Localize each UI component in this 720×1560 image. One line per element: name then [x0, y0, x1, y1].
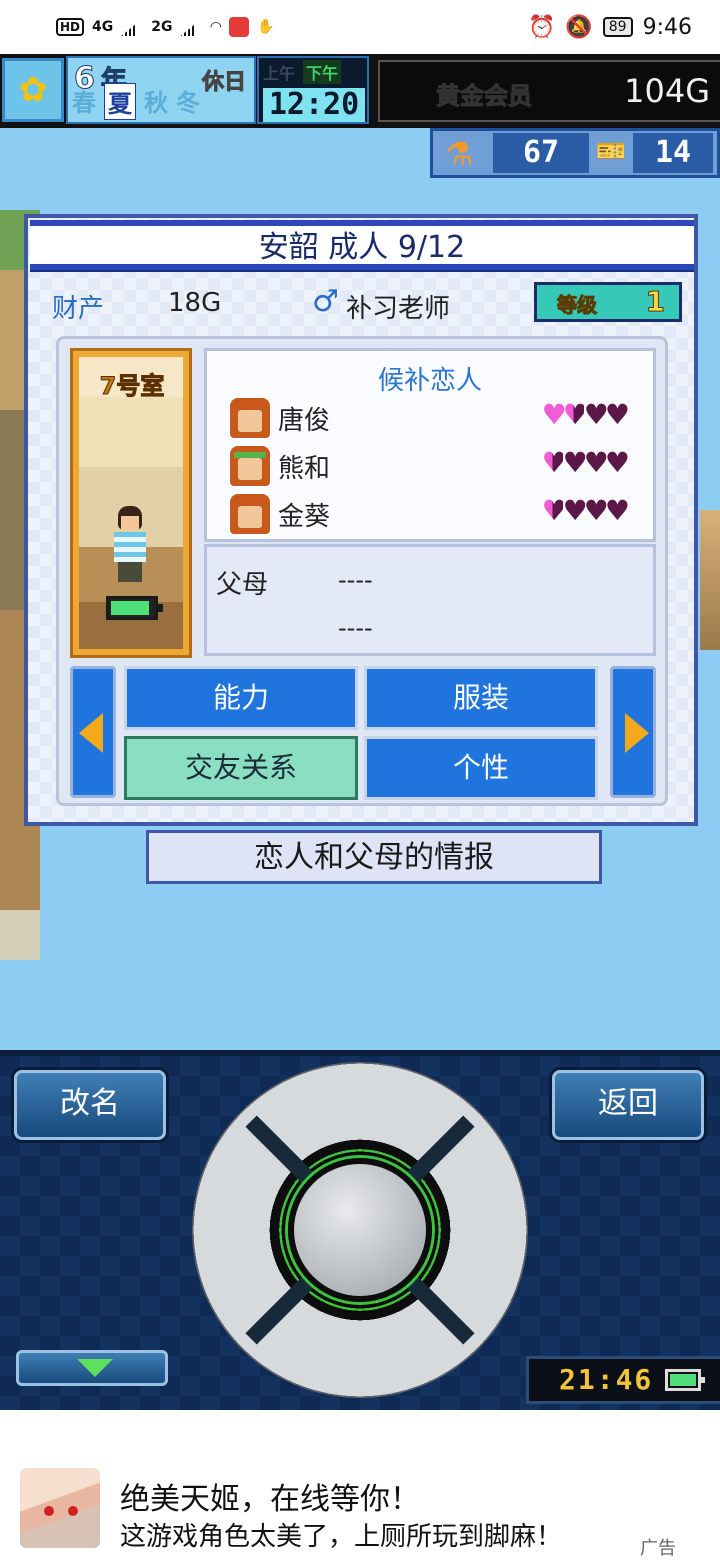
heart-icon: ♥ — [562, 398, 588, 431]
lover-name: 熊和 — [278, 454, 331, 484]
heart-icon: ♥ — [562, 446, 588, 479]
season-spring: 春 — [72, 89, 96, 117]
ad-tag: 广告 — [640, 1538, 676, 1559]
affection-hearts: ♥♥♥♥ — [541, 446, 630, 479]
lover-row[interactable]: 唐俊 ♥♥♥♥ — [230, 398, 630, 442]
ad-text[interactable]: 这游戏角色太美了，上厕所玩到脚麻！ — [120, 1516, 562, 1553]
heart-icon: ♥ — [541, 398, 567, 431]
pm-label: 下午 — [303, 60, 342, 84]
lover-avatar-icon — [230, 446, 270, 486]
dialog-title: 安韶 成人 9/12 — [258, 230, 466, 265]
parent-1: ---- — [338, 566, 373, 594]
heart-icon: ♥ — [604, 494, 630, 527]
mute-icon: 🔕 — [565, 14, 593, 40]
battery-icon — [665, 1369, 705, 1391]
hd-icon: HD — [56, 18, 85, 36]
season-list: 春 夏 秋 冬 — [72, 83, 200, 120]
info-caption: 恋人和父母的情报 — [146, 830, 602, 884]
level-label: 等级 — [557, 293, 598, 318]
date-panel: 6 年 休日 春 夏 秋 冬 — [66, 56, 256, 124]
heart-icon: ♥ — [541, 494, 567, 527]
heart-icon: ♥ — [583, 398, 609, 431]
heart-icon: ♥ — [541, 446, 567, 479]
ad-title[interactable]: 绝美天姬，在线等你！ — [120, 1474, 420, 1518]
lover-candidates-heading: 候补恋人 — [377, 366, 482, 396]
season-summer: 夏 — [104, 83, 136, 120]
device-clock-panel: 21:46 — [526, 1356, 720, 1404]
wifi-icon: ◠ — [210, 19, 222, 35]
arrow-left-icon — [79, 713, 103, 753]
membership-bar: 黄金会员 104G — [378, 60, 720, 122]
ticket-icon: 🎫 — [596, 137, 626, 165]
lover-avatar-icon — [230, 494, 270, 534]
building-right — [700, 510, 720, 650]
resident-sprite — [108, 506, 152, 584]
lover-row[interactable]: 熊和 ♥♥♥♥ — [230, 446, 630, 490]
holiday-label: 休日 — [201, 70, 246, 96]
rename-button[interactable]: 改名 — [14, 1070, 166, 1140]
heart-icon: ♥ — [604, 398, 630, 431]
game-clock: 12:20 — [263, 88, 365, 122]
signal-icon-2 — [180, 18, 203, 36]
network-2g-label: 2G — [151, 19, 173, 35]
sunflower-icon: ✿ — [2, 58, 64, 122]
dpad-center-button[interactable] — [288, 1158, 432, 1302]
prev-resident-button[interactable] — [70, 666, 116, 798]
flask-icon: ⚗ — [444, 135, 474, 173]
asset-value: 18G — [168, 288, 222, 318]
heart-icon: ♥ — [604, 446, 630, 479]
lover-row[interactable]: 金葵 ♥♥♥♥ — [230, 494, 630, 538]
level-value: 1 — [645, 285, 666, 319]
level-badge: 等级 1 — [534, 282, 682, 322]
male-icon: ♂ — [312, 284, 339, 319]
tab-ability[interactable]: 能力 — [124, 666, 358, 730]
lover-name: 金葵 — [278, 502, 331, 532]
heart-icon: ♥ — [562, 494, 588, 527]
status-bar: HD 4G 2G ◠ ✋ ⏰ 🔕 89 9:46 — [0, 0, 720, 54]
parents-box — [204, 544, 656, 656]
menu-down-button[interactable] — [16, 1350, 168, 1386]
app-notification-icon — [229, 17, 250, 37]
resource-bar: ⚗ 67 🎫 14 — [430, 128, 720, 178]
stamina-battery-icon — [106, 596, 163, 620]
asset-label: 财产 — [52, 294, 105, 324]
lover-name: 唐俊 — [278, 406, 331, 436]
parent-2: ---- — [338, 614, 373, 642]
season-autumn: 秋 — [144, 89, 168, 117]
ad-avatar[interactable] — [20, 1468, 100, 1548]
alarm-icon: ⏰ — [527, 14, 556, 40]
gold-amount: 104G — [624, 72, 710, 110]
parents-label: 父母 — [216, 570, 269, 600]
job-label: 补习老师 — [346, 294, 451, 324]
status-time: 9:46 — [642, 14, 692, 40]
dialog-title-bar: 安韶 成人 9/12 — [30, 220, 694, 272]
affection-hearts: ♥♥♥♥ — [541, 494, 630, 527]
tab-outfit[interactable]: 服装 — [364, 666, 598, 730]
network-4g-label: 4G — [92, 19, 114, 35]
device-clock: 21:46 — [559, 1363, 654, 1396]
season-winter: 冬 — [176, 89, 200, 117]
heart-icon: ♥ — [583, 494, 609, 527]
signal-icon — [121, 18, 144, 36]
affection-hearts: ♥♥♥♥ — [541, 398, 630, 431]
am-label: 上午 — [263, 64, 296, 83]
game-time-panel: 上午 下午 12:20 — [257, 56, 369, 124]
room-label: 7号室 — [99, 372, 165, 401]
heart-icon: ♥ — [583, 446, 609, 479]
dpad-control[interactable] — [192, 1062, 528, 1398]
ticket-count: 14 — [633, 133, 713, 173]
battery-indicator: 89 — [602, 17, 633, 37]
tab-personality[interactable]: 个性 — [364, 736, 598, 800]
arrow-right-icon — [625, 713, 649, 753]
tab-friends[interactable]: 交友关系 — [124, 736, 358, 800]
back-button[interactable]: 返回 — [552, 1070, 704, 1140]
hand-icon: ✋ — [257, 19, 275, 35]
lover-avatar-icon — [230, 398, 270, 438]
next-resident-button[interactable] — [610, 666, 656, 798]
arrow-down-icon — [77, 1359, 113, 1377]
membership-label: 黄金会员 — [436, 82, 533, 111]
research-points: 67 — [493, 133, 589, 173]
